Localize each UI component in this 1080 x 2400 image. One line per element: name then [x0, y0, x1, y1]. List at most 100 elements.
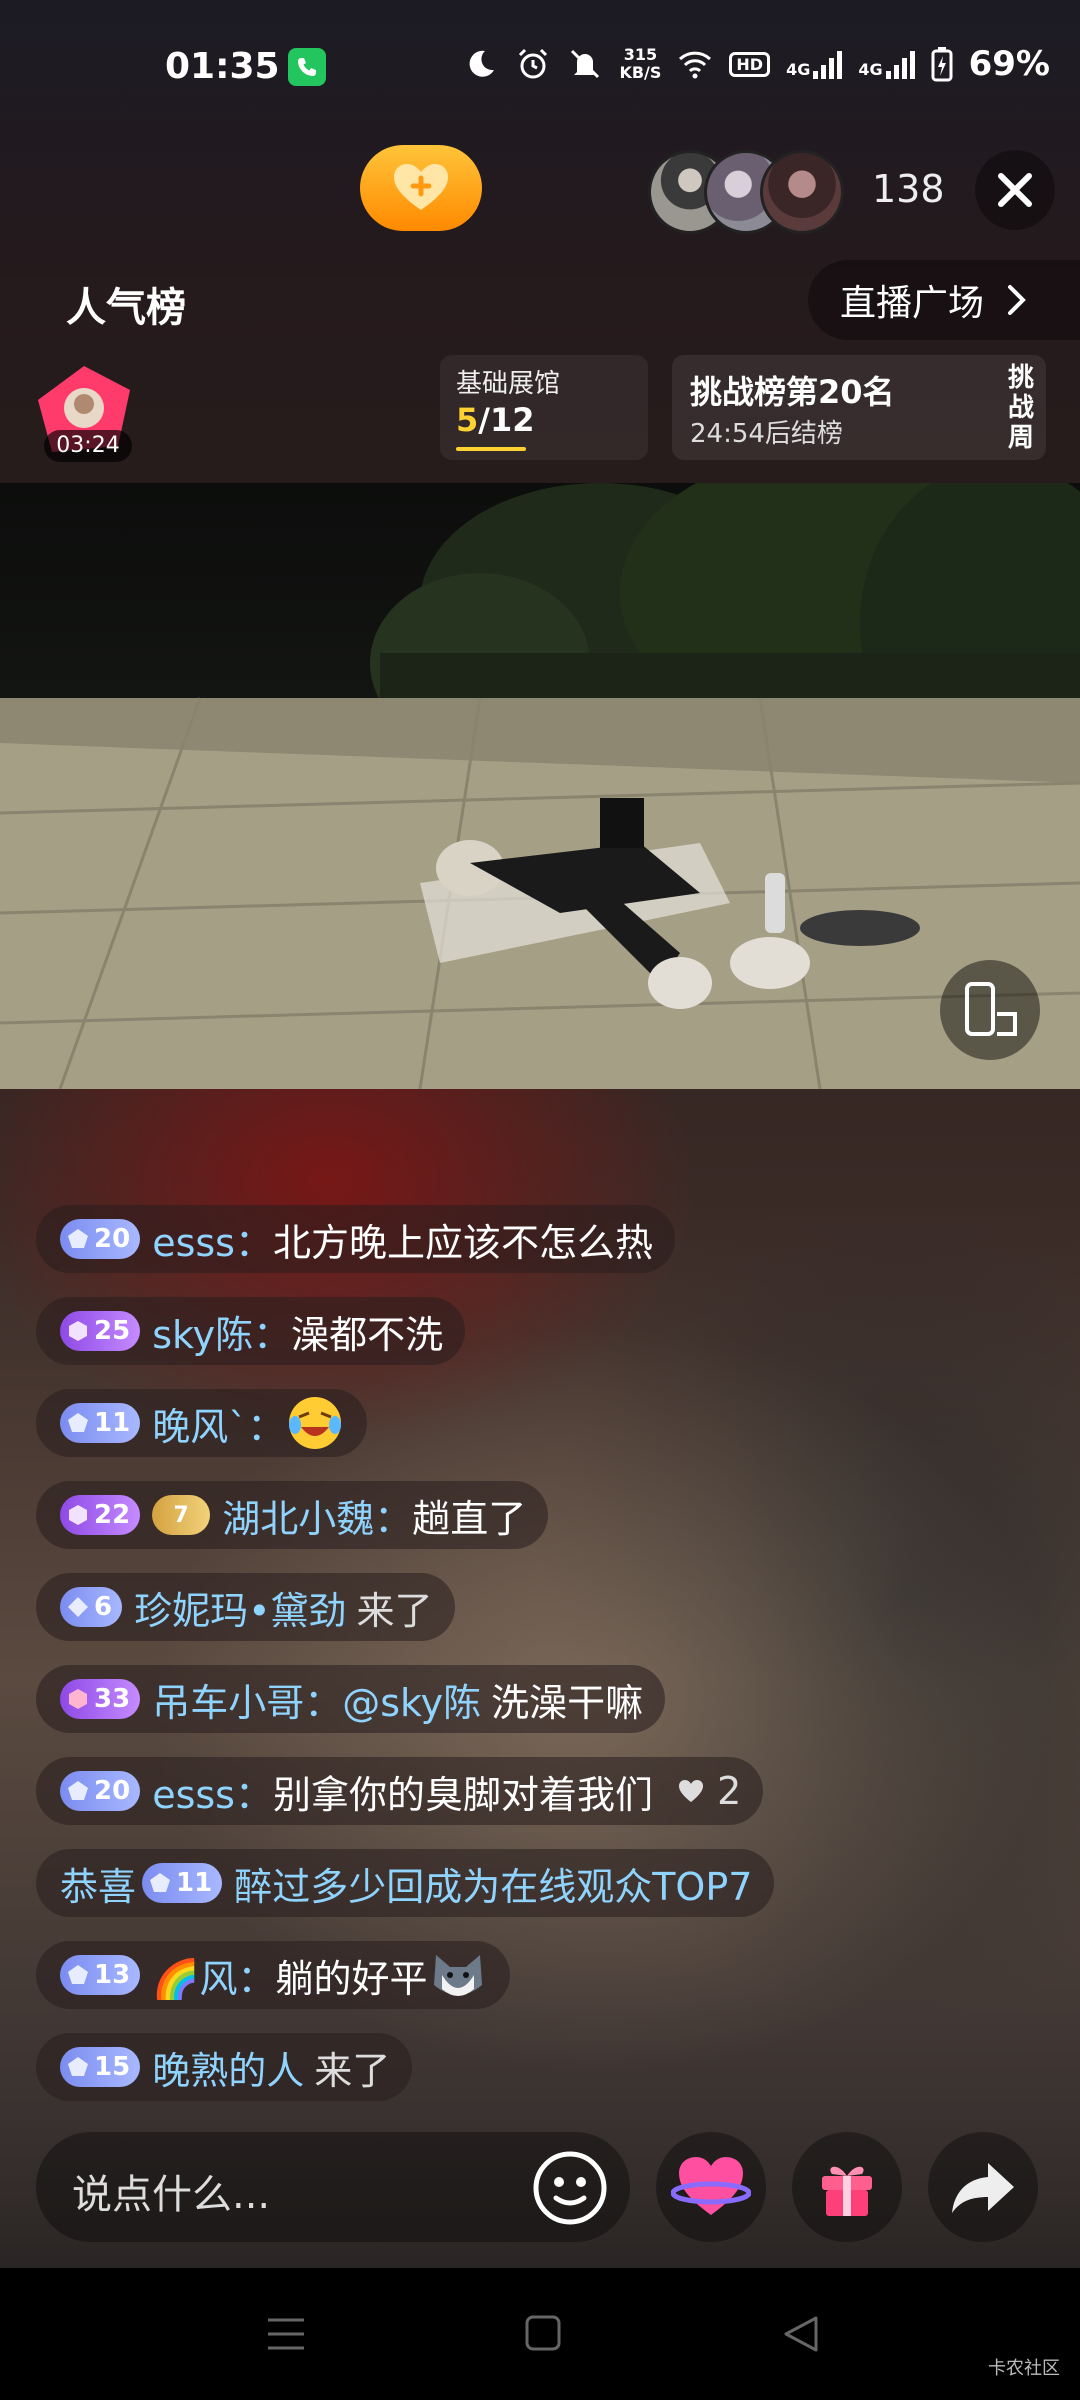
chat-message[interactable]: 33 吊车小哥：@sky陈 洗澡干嘛 — [36, 1665, 666, 1733]
gift-button[interactable] — [792, 2132, 902, 2242]
battery-icon — [931, 47, 953, 82]
alarm-icon — [519, 48, 548, 79]
chat-username[interactable]: 晚熟的人 — [152, 2040, 304, 2095]
mute-icon — [571, 49, 600, 79]
home-icon[interactable] — [524, 2314, 562, 2352]
watermark: 卡农社区 — [988, 2358, 1060, 2379]
share-button[interactable] — [928, 2132, 1038, 2242]
hall-progress-bar — [456, 447, 526, 451]
chat-text: 躺的好平 — [275, 1956, 428, 2001]
gem-icon — [69, 1321, 87, 1341]
challenge-rank-card[interactable]: 挑战榜第20名 24:54后结榜 挑战周 — [672, 355, 1046, 460]
chat-text: 澡都不洗 — [291, 1312, 444, 1357]
gift-icon — [822, 2166, 872, 2216]
gem-icon — [68, 1597, 88, 1617]
chat-username[interactable]: esss： — [152, 1764, 273, 1819]
user-level-badge: 20 — [60, 1771, 141, 1811]
chat-text: 北方晚上应该不怎么热 — [272, 1220, 653, 1265]
close-icon — [998, 173, 1032, 207]
chat-join-text: 来了 — [356, 1588, 433, 1633]
rotate-screen-button[interactable] — [940, 960, 1040, 1060]
live-plaza-button[interactable]: 直播广场 — [808, 260, 1080, 340]
user-level-badge: 13 — [60, 1955, 141, 1995]
comment-placeholder: 说点什么... — [72, 2172, 271, 2218]
chat-message[interactable]: 13 🌈风： 躺的好平 — [36, 1941, 510, 2009]
chat-message[interactable]: 6 珍妮玛•黛劲 来了 — [36, 1573, 455, 1641]
hall-title: 基础展馆 — [456, 369, 561, 399]
chat-username[interactable]: 🌈风： — [152, 1948, 275, 2003]
chat-text: 别拿你的臭脚对着我们 — [272, 1772, 653, 1817]
gem-icon — [68, 1781, 88, 1800]
viewer-avatar[interactable] — [760, 150, 844, 234]
hall-progress: 5/12 — [456, 401, 535, 439]
moon-icon — [470, 50, 495, 77]
close-button[interactable] — [975, 150, 1055, 230]
user-level-badge: 6 — [60, 1587, 123, 1627]
user-level-badge: 22 — [60, 1495, 141, 1535]
live-duration: 03:24 — [44, 430, 132, 462]
top-viewers-avatars[interactable] — [648, 150, 844, 234]
chat-join-text: 来了 — [314, 2048, 391, 2093]
fan-club-badge: 7 — [152, 1495, 211, 1535]
heart-plus-icon — [394, 164, 448, 210]
user-level-badge: 11 — [142, 1863, 223, 1903]
video-frame — [0, 483, 1080, 1089]
chevron-right-icon — [1008, 285, 1026, 315]
user-level-badge: 15 — [60, 2047, 141, 2087]
chat-username[interactable]: 醉过多少回成为在线观众TOP7 — [234, 1856, 752, 1911]
share-arrow-icon — [952, 2163, 1014, 2213]
emoji-icon[interactable] — [528, 2146, 612, 2230]
user-level-badge: 11 — [60, 1403, 141, 1443]
chat-message[interactable]: 11 晚风`： — [36, 1389, 368, 1457]
status-bar: 01:35 315 KB/S HD 4G 4G 69% — [0, 40, 1080, 100]
chat-username[interactable]: 湖北小魏： — [222, 1488, 412, 1543]
chat-username[interactable]: sky陈： — [152, 1304, 291, 1359]
hd-voice-badge: HD — [729, 51, 771, 77]
challenge-title: 挑战榜第20名 — [690, 373, 895, 411]
signal-2: 4G — [858, 49, 915, 79]
laughing-crying-emoji-icon — [289, 1397, 342, 1449]
chat-message[interactable]: 恭喜 11 醉过多少回成为在线观众TOP7 — [36, 1849, 775, 1917]
signal-1: 4G — [786, 49, 843, 79]
status-time: 01:35 — [165, 46, 280, 87]
chat-username[interactable]: 吊车小哥：@sky陈 — [152, 1672, 481, 1727]
gem-icon — [150, 1873, 171, 1892]
menu-icon[interactable] — [266, 2316, 306, 2352]
wifi-icon — [679, 51, 712, 79]
system-nav-bar: 卡农社区 — [0, 2268, 1080, 2400]
chat-prefix: 恭喜 — [60, 1864, 137, 1909]
chat-text: 趟直了 — [412, 1496, 527, 1541]
challenge-countdown: 24:54后结榜 — [690, 419, 843, 449]
viewer-count[interactable]: 138 — [872, 167, 945, 211]
chat-likes[interactable]: 2 — [677, 1769, 741, 1813]
chat-message[interactable]: 15 晚熟的人 来了 — [36, 2033, 413, 2101]
live-plaza-label: 直播广场 — [840, 283, 985, 324]
chat-text: 洗澡干嘛 — [491, 1680, 644, 1725]
chat-username[interactable]: esss： — [152, 1212, 273, 1267]
chat-message[interactable]: 25 sky陈： 澡都不洗 — [36, 1297, 466, 1365]
user-level-badge: 20 — [60, 1219, 141, 1259]
gem-icon — [69, 1689, 87, 1709]
fan-club-button[interactable] — [360, 145, 482, 231]
like-button[interactable] — [656, 2132, 766, 2242]
chat-message[interactable]: 22 7 湖北小魏： 趟直了 — [36, 1481, 549, 1549]
chat-message[interactable]: 20 esss： 别拿你的臭脚对着我们 2 — [36, 1757, 764, 1825]
live-video[interactable] — [0, 483, 1080, 1089]
hot-rank-link[interactable]: 人气榜 — [66, 275, 186, 333]
call-icon — [288, 48, 326, 86]
comment-input[interactable]: 说点什么... — [36, 2132, 630, 2242]
basic-hall-card[interactable]: 基础展馆 5/12 — [440, 355, 648, 460]
challenge-week-label: 挑战周 — [1007, 363, 1034, 453]
gem-icon — [69, 1505, 87, 1525]
user-level-badge: 33 — [60, 1679, 141, 1719]
gem-icon — [68, 2057, 88, 2076]
rotate-screen-icon — [965, 982, 1017, 1036]
chat-username[interactable]: 晚风`： — [152, 1396, 285, 1451]
chat-username[interactable]: 珍妮玛•黛劲 — [134, 1580, 346, 1635]
gem-icon — [68, 1413, 88, 1432]
husky-emoji-icon — [433, 1955, 482, 1996]
back-icon[interactable] — [782, 2314, 820, 2354]
heart-planet-icon — [671, 2157, 751, 2215]
chat-message[interactable]: 20 esss： 北方晚上应该不怎么热 — [36, 1205, 675, 1273]
bottom-action-bar: 说点什么... — [0, 2132, 1080, 2242]
